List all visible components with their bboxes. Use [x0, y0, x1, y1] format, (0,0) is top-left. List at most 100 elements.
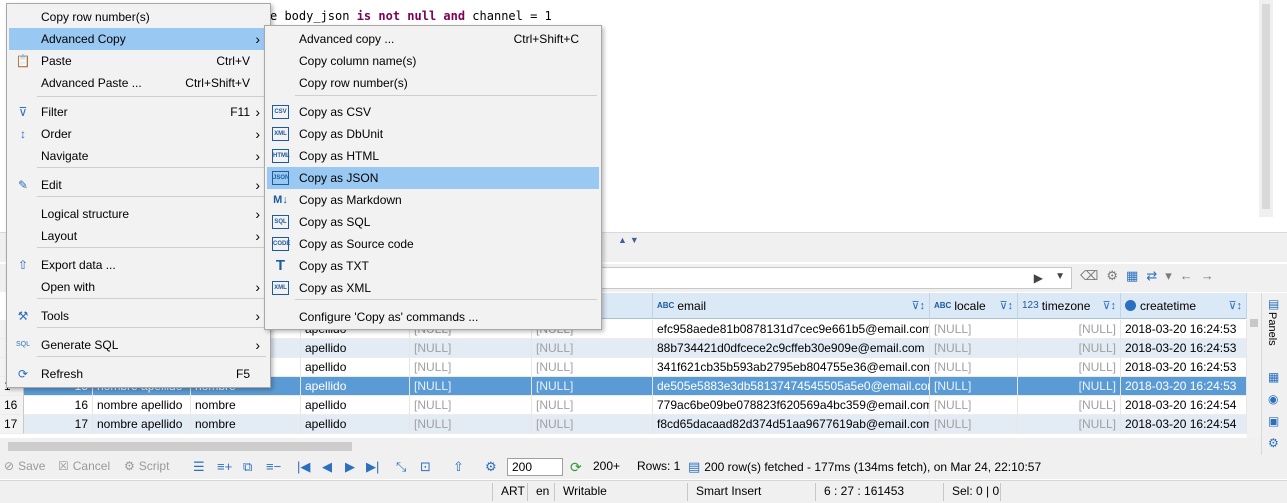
column-header-locale[interactable]: ABC locale ⊽↕: [930, 293, 1018, 319]
submenu-item-copy-as-csv[interactable]: CSV Copy as CSV: [267, 101, 599, 123]
submenu-item-copy-as-html[interactable]: HTML Copy as HTML: [267, 145, 599, 167]
panels-tab-label[interactable]: Panels: [1266, 312, 1278, 346]
menu-item-generate-sql[interactable]: SQL Generate SQL ›: [9, 334, 268, 356]
menu-item-advanced-copy[interactable]: Advanced Copy ›: [9, 28, 268, 50]
edit-row-icon[interactable]: ☰: [193, 459, 205, 475]
submenu-item-configure-copy-as-commands[interactable]: Configure 'Copy as' commands ...: [267, 306, 599, 328]
table-cell[interactable]: [NULL]: [1018, 339, 1121, 358]
scrollbar-thumb[interactable]: [8, 442, 352, 451]
table-cell[interactable]: 2018-03-20 16:24:53: [1121, 320, 1247, 339]
copy-row-icon[interactable]: ⧉: [243, 459, 252, 475]
text-view-icon[interactable]: ▣: [1268, 414, 1279, 428]
table-cell[interactable]: [NULL]: [1018, 358, 1121, 377]
table-cell[interactable]: 16: [24, 396, 93, 415]
panels-toggle-icon[interactable]: ▦: [1126, 268, 1138, 284]
table-cell[interactable]: [NULL]: [532, 358, 653, 377]
table-cell[interactable]: de505e5883e3db58137474545505a5e0@email.c…: [653, 377, 930, 396]
delete-row-icon[interactable]: ≡−: [266, 459, 281, 474]
table-cell[interactable]: 88b734421d0dfcece2c9cffeb30e909e@email.c…: [653, 339, 930, 358]
table-cell[interactable]: efc958aede81b0878131d7cec9e661b5@email.c…: [653, 320, 930, 339]
table-cell[interactable]: 2018-03-20 16:24:53: [1121, 358, 1247, 377]
table-cell[interactable]: apellido: [301, 415, 410, 434]
table-cell[interactable]: [NULL]: [1018, 377, 1121, 396]
menu-item-navigate[interactable]: Navigate ›: [9, 145, 268, 167]
save-button[interactable]: ⊘ Save: [4, 459, 45, 473]
collapse-arrows-icon[interactable]: ▲▼: [618, 235, 642, 245]
table-cell[interactable]: [NULL]: [1018, 320, 1121, 339]
table-cell[interactable]: 779ac6be09be078823f620569a4bc359@email.c…: [653, 396, 930, 415]
cancel-button[interactable]: ☒ Cancel: [58, 459, 110, 473]
zoom-out-icon[interactable]: ⤡: [396, 459, 406, 475]
table-cell[interactable]: [NULL]: [930, 377, 1018, 396]
menu-item-layout[interactable]: Layout ›: [9, 225, 268, 247]
table-cell[interactable]: [NULL]: [410, 396, 532, 415]
table-cell[interactable]: [NULL]: [930, 358, 1018, 377]
table-cell[interactable]: [NULL]: [410, 339, 532, 358]
first-page-icon[interactable]: |◀: [297, 459, 310, 475]
table-cell[interactable]: [NULL]: [930, 320, 1018, 339]
table-cell[interactable]: [NULL]: [930, 396, 1018, 415]
previous-page-icon[interactable]: ◀: [322, 459, 332, 475]
menu-item-copy-row-number-s[interactable]: Copy row number(s): [9, 6, 268, 28]
table-cell[interactable]: apellido: [301, 339, 410, 358]
table-cell[interactable]: nombre apellido: [93, 396, 191, 415]
menu-item-logical-structure[interactable]: Logical structure ›: [9, 203, 268, 225]
table-cell[interactable]: apellido: [301, 358, 410, 377]
table-cell[interactable]: [NULL]: [410, 415, 532, 434]
sql-line[interactable]: e body_json is not null and channel = 1: [270, 9, 552, 23]
table-cell[interactable]: nombre apellido: [93, 415, 191, 434]
menu-item-open-with[interactable]: Open with ›: [9, 276, 268, 298]
refresh-icon[interactable]: ⟳: [570, 459, 582, 476]
table-cell[interactable]: [NULL]: [532, 377, 653, 396]
fetch-more-button[interactable]: 200+: [593, 459, 620, 473]
filter-sort-icon[interactable]: ⊽↕: [999, 299, 1013, 312]
submenu-item-copy-row-number-s[interactable]: Copy row number(s): [267, 72, 599, 94]
column-header-timezone[interactable]: 123 timezone ⊽↕: [1018, 293, 1121, 319]
record-icon[interactable]: ◉: [1268, 392, 1278, 406]
table-cell[interactable]: [NULL]: [410, 358, 532, 377]
clear-filter-icon[interactable]: ⌫: [1080, 268, 1098, 284]
forward-arrow-icon[interactable]: →: [1201, 268, 1214, 284]
table-cell[interactable]: [NULL]: [532, 339, 653, 358]
submenu-item-copy-as-markdown[interactable]: M↓ Copy as Markdown: [267, 189, 599, 211]
submenu-item-copy-as-sql[interactable]: SQL Copy as SQL: [267, 211, 599, 233]
menu-item-filter[interactable]: ⊽ Filter F11 ›: [9, 101, 268, 123]
table-cell[interactable]: 341f621cb35b593ab2795eb804755e36@email.c…: [653, 358, 930, 377]
table-cell[interactable]: nombre: [191, 415, 301, 434]
menu-item-refresh[interactable]: ⟳ Refresh F5: [9, 363, 268, 385]
submenu-item-copy-column-name-s[interactable]: Copy column name(s): [267, 50, 599, 72]
fetch-settings-icon[interactable]: ⚙: [485, 459, 497, 475]
grid-horizontal-scrollbar[interactable]: [0, 438, 1261, 455]
menu-item-edit[interactable]: ✎ Edit ›: [9, 174, 268, 196]
apply-filter-icon[interactable]: ▶: [1034, 271, 1043, 285]
next-page-icon[interactable]: ▶: [345, 459, 355, 475]
menu-item-export-data[interactable]: ⇧ Export data ...: [9, 254, 268, 276]
menu-item-advanced-paste[interactable]: Advanced Paste ... Ctrl+Shift+V: [9, 72, 268, 94]
menu-item-order[interactable]: ↕ Order ›: [9, 123, 268, 145]
link-icon[interactable]: ⇄: [1146, 268, 1157, 284]
submenu-item-copy-as-json[interactable]: JSON Copy as JSON: [267, 167, 599, 189]
scrollbar-thumb[interactable]: [1262, 4, 1270, 209]
editor-vertical-scrollbar[interactable]: [1259, 0, 1273, 217]
grid-view-icon[interactable]: ▦: [1268, 370, 1279, 384]
panels-icon[interactable]: ▤: [1268, 297, 1279, 311]
chevron-down-icon[interactable]: ▾: [1165, 268, 1172, 284]
submenu-item-copy-as-xml[interactable]: XML Copy as XML: [267, 277, 599, 299]
table-cell[interactable]: [NULL]: [532, 415, 653, 434]
export-icon[interactable]: ⇧: [453, 459, 464, 475]
table-cell[interactable]: 2018-03-20 16:24:53: [1121, 377, 1247, 396]
table-row[interactable]: 16 16 nombre apellido nombre apellido [NULL][…: [0, 396, 1247, 415]
submenu-item-advanced-copy[interactable]: Advanced copy ... Ctrl+Shift+C: [267, 28, 599, 50]
filter-history-dropdown-icon[interactable]: ▼: [1055, 271, 1065, 282]
table-cell[interactable]: 2018-03-20 16:24:53: [1121, 339, 1247, 358]
filter-sort-icon[interactable]: ⊽↕: [1228, 299, 1242, 312]
table-row[interactable]: 17 17 nombre apellido nombre apellido [NULL][…: [0, 415, 1247, 434]
table-cell[interactable]: [NULL]: [410, 377, 532, 396]
filter-sort-icon[interactable]: ⊽↕: [911, 299, 925, 312]
menu-item-tools[interactable]: ⚒ Tools ›: [9, 305, 268, 327]
table-cell[interactable]: [NULL]: [930, 415, 1018, 434]
table-cell[interactable]: nombre: [191, 396, 301, 415]
submenu-item-copy-as-source-code[interactable]: CODE Copy as Source code: [267, 233, 599, 255]
column-header-createtime[interactable]: createtime ⊽↕: [1121, 293, 1247, 319]
table-cell[interactable]: 2018-03-20 16:24:54: [1121, 396, 1247, 415]
